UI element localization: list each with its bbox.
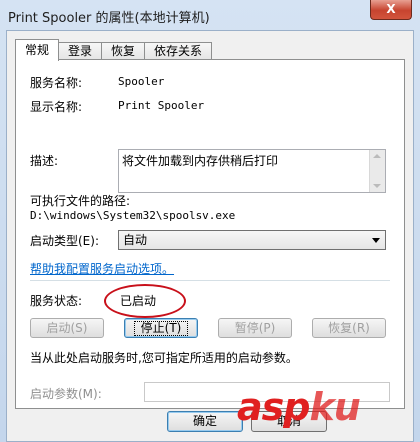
resume-button[interactable]: 恢复(R) [312,318,386,338]
startup-type-select[interactable]: 自动 [118,230,386,250]
close-button[interactable]: X [370,0,412,20]
tab-strip: 常规 登录 恢复 依存关系 [15,39,213,61]
start-params-label: 启动参数(M): [30,387,102,401]
startup-type-label: 启动类型(E): [30,234,99,248]
scroll-up-icon[interactable] [373,154,381,158]
pause-button[interactable]: 暂停(P) [218,318,292,338]
display-name-label: 显示名称: [30,100,83,114]
divider [30,280,390,281]
properties-dialog: Print Spooler 的属性(本地计算机) X 常规 登录 恢复 依存关系… [0,0,420,442]
tab-general[interactable]: 常规 [15,39,60,61]
status-highlight-ring [104,284,186,318]
watermark-logo-text: aspku [237,385,361,429]
description-scrollbar[interactable] [369,150,385,192]
start-params-hint: 当从此处启动服务时,您可指定所适用的启动参数。 [30,351,298,365]
scroll-down-icon[interactable] [373,184,381,188]
watermark-logo: aspku [237,387,407,435]
start-button[interactable]: 启动(S) [30,318,104,338]
ok-button[interactable]: 确定 [167,411,243,432]
display-name-value: Print Spooler [118,99,205,112]
service-name-value: Spooler [118,75,165,88]
chevron-down-icon [372,238,380,243]
exe-path-label: 可执行文件的路径: [30,194,131,208]
help-configure-link[interactable]: 帮助我配置服务启动选项。 [30,260,174,277]
exe-path-value: D:\windows\System32\spoolsv.exe [30,209,236,222]
title-bar[interactable]: Print Spooler 的属性(本地计算机) X [0,0,420,30]
service-name-label: 服务名称: [30,76,83,90]
description-label: 描述: [30,154,59,168]
general-tab-panel: 服务名称: Spooler 显示名称: Print Spooler 描述: 将文… [15,59,405,409]
stop-button[interactable]: 停止(T) [124,318,198,338]
stop-button-label: 停止(T) [133,321,189,336]
description-text: 将文件加载到内存供稍后打印 [122,154,279,168]
window-title: Print Spooler 的属性(本地计算机) [8,11,210,26]
description-box[interactable]: 将文件加载到内存供稍后打印 [118,149,386,193]
dialog-client-area: 常规 登录 恢复 依存关系 服务名称: Spooler 显示名称: Print … [6,30,414,442]
startup-type-value: 自动 [123,233,148,247]
service-status-label: 服务状态: [30,294,83,308]
